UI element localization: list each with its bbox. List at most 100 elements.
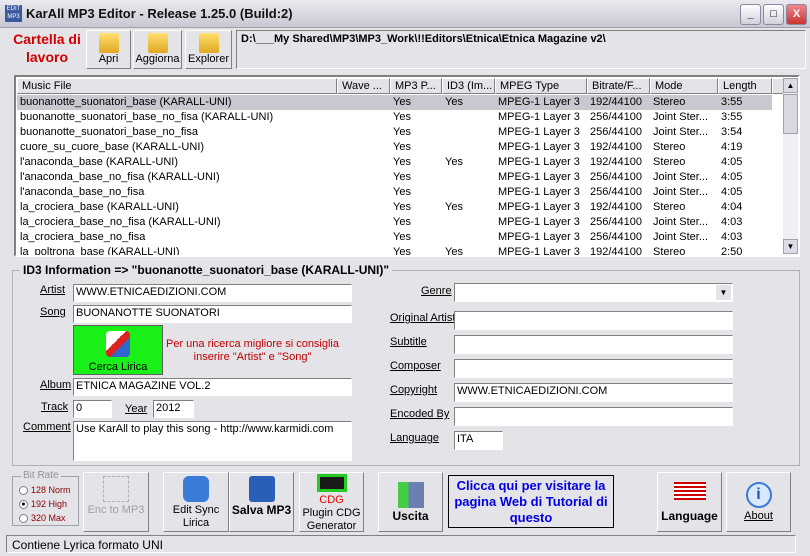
cdg-text: CDG xyxy=(319,494,344,506)
tutorial-web-link[interactable]: Clicca qui per visitare la pagina Web di… xyxy=(448,475,614,528)
refresh-button[interactable]: Aggiorna xyxy=(133,30,182,69)
music-file-list[interactable]: Music File Wave ... MP3 P... ID3 (Im... MPEG… xyxy=(14,75,800,257)
language-button-label: Language xyxy=(661,509,718,523)
bitrate-320-radio[interactable]: 320 Max xyxy=(19,513,66,524)
table-cell: Joint Ster... xyxy=(653,216,709,228)
enc-to-mp3-button[interactable]: Enc to MP3 xyxy=(83,472,149,532)
year-field[interactable]: 2012 xyxy=(153,400,194,418)
table-cell: 192/44100 xyxy=(590,201,642,213)
save-mp3-button[interactable]: Salva MP3 xyxy=(229,472,294,532)
table-cell: 256/44100 xyxy=(590,216,642,228)
explorer-button[interactable]: Explorer xyxy=(185,30,232,69)
search-lyrics-button[interactable]: Cerca Lirica xyxy=(73,325,163,375)
artist-field[interactable]: WWW.ETNICAEDIZIONI.COM xyxy=(73,284,352,302)
bitrate-label: Bit Rate xyxy=(21,470,61,481)
song-field[interactable]: BUONANOTTE SUONATORI xyxy=(73,305,352,323)
column-header[interactable]: MP3 P... xyxy=(390,78,442,94)
scroll-thumb[interactable] xyxy=(783,94,798,134)
about-label: About xyxy=(744,510,773,522)
track-field[interactable]: 0 xyxy=(73,400,112,418)
maximize-button[interactable]: □ xyxy=(763,4,784,25)
column-header[interactable]: Music File xyxy=(17,78,337,94)
table-cell: Stereo xyxy=(653,201,686,213)
comment-field[interactable]: Use KarAll to play this song - http://ww… xyxy=(73,421,352,461)
comment-text: Use KarAll to play this song - http://ww… xyxy=(76,423,334,435)
chevron-down-icon[interactable]: ▼ xyxy=(716,285,731,300)
exit-button[interactable]: Uscita xyxy=(378,472,443,532)
table-cell: buonanotte_suonatori_base_no_fisa xyxy=(20,126,198,138)
column-header[interactable]: ID3 (Im... xyxy=(442,78,495,94)
table-cell: 4:05 xyxy=(721,156,743,168)
table-cell: Yes xyxy=(393,171,411,183)
column-header[interactable]: MPEG Type xyxy=(495,78,587,94)
encoded-by-field[interactable] xyxy=(454,407,733,426)
window-title: KarAll MP3 Editor - Release 1.25.0 (Buil… xyxy=(26,6,293,21)
language-button[interactable]: Language xyxy=(657,472,722,532)
table-cell: 4:05 xyxy=(721,186,743,198)
minimize-button[interactable]: _ xyxy=(740,4,761,25)
column-header[interactable]: Wave ... xyxy=(337,78,390,94)
table-cell: 3:55 xyxy=(721,96,743,108)
working-folder-label: Cartella di lavoro xyxy=(13,31,81,65)
close-button[interactable]: X xyxy=(786,4,807,25)
bitrate-group: Bit Rate 128 Norm ● 192 High 320 Max xyxy=(12,470,79,526)
table-cell: 192/44100 xyxy=(590,156,642,168)
table-row[interactable]: la_crociera_base_no_fisa (KARALL-UNI) Yes… xyxy=(17,215,772,230)
table-cell: la_crociera_base_no_fisa (KARALL-UNI) xyxy=(20,216,221,228)
copyright-field[interactable]: WWW.ETNICAEDIZIONI.COM xyxy=(454,383,733,402)
song-label: Song xyxy=(40,306,66,318)
table-cell: Yes xyxy=(393,201,411,213)
cdg-generator-button[interactable]: CDG Plugin CDG Generator xyxy=(299,472,364,532)
album-label: Album xyxy=(40,379,72,391)
scroll-up-button[interactable]: ▲ xyxy=(783,78,798,93)
save-disk-icon xyxy=(248,476,275,502)
table-cell: Yes xyxy=(393,186,411,198)
language-field[interactable]: ITA xyxy=(454,431,503,450)
table-cell: MPEG-1 Layer 3 xyxy=(498,126,580,138)
info-icon: i xyxy=(745,482,772,508)
table-cell: MPEG-1 Layer 3 xyxy=(498,141,580,153)
table-cell: Joint Ster... xyxy=(653,231,709,243)
table-cell: l'anaconda_base_no_fisa xyxy=(20,186,145,198)
edit-sync-button[interactable]: Edit Sync Lirica xyxy=(163,472,229,532)
bitrate-128-radio[interactable]: 128 Norm xyxy=(19,485,71,496)
scroll-down-button[interactable]: ▼ xyxy=(783,239,798,254)
original-artist-field[interactable] xyxy=(454,311,733,330)
table-row[interactable]: la_crociera_base_no_fisa Yes MPEG-1 Layer … xyxy=(17,230,772,245)
table-cell: Yes xyxy=(393,141,411,153)
column-header[interactable]: Mode xyxy=(650,78,718,94)
table-row[interactable]: cuore_su_cuore_base (KARALL-UNI) Yes MPEG-… xyxy=(17,140,772,155)
table-row[interactable]: la_poltrona_base (KARALL-UNI) Yes Yes MPEG-… xyxy=(17,245,772,257)
subtitle-field[interactable] xyxy=(454,335,733,354)
table-row[interactable]: buonanotte_suonatori_base_no_fisa (KARAL… xyxy=(17,110,772,125)
column-header[interactable]: Bitrate/F... xyxy=(587,78,650,94)
language-label: Language xyxy=(390,432,439,444)
table-cell: 2:50 xyxy=(721,246,743,257)
table-row[interactable]: l'anaconda_base_no_fisa Yes MPEG-1 Layer 3… xyxy=(17,185,772,200)
puzzle-pencil-icon xyxy=(183,476,209,502)
bitrate-192-radio[interactable]: ● 192 High xyxy=(19,499,68,510)
table-cell: Yes xyxy=(393,246,411,257)
table-row[interactable]: buonanotte_suonatori_base_no_fisa Yes MPEG… xyxy=(17,125,772,140)
table-cell: Yes xyxy=(393,96,411,108)
table-row[interactable]: l'anaconda_base_no_fisa (KARALL-UNI) Yes M… xyxy=(17,170,772,185)
open-button[interactable]: Apri xyxy=(86,30,131,69)
genre-select[interactable]: ▼ xyxy=(454,283,733,302)
original-artist-label: Original Artist xyxy=(390,312,456,324)
table-row[interactable]: l'anaconda_base (KARALL-UNI) Yes Yes MPEG-1… xyxy=(17,155,772,170)
vertical-scrollbar[interactable]: ▲ ▼ xyxy=(783,78,798,254)
id3-title: ID3 Information => "buonanotte_suonatori… xyxy=(20,263,393,277)
refresh-label: Aggiorna xyxy=(135,53,180,65)
table-row[interactable]: buonanotte_suonatori_base (KARALL-UNI) Ye… xyxy=(17,95,772,110)
table-cell: buonanotte_suonatori_base_no_fisa (KARAL… xyxy=(20,111,274,123)
about-button[interactable]: i About xyxy=(726,472,791,532)
table-cell: Joint Ster... xyxy=(653,126,709,138)
bitrate-192-label: 192 High xyxy=(31,499,68,509)
column-header[interactable]: Length xyxy=(718,78,772,94)
year-label: Year xyxy=(125,403,148,415)
table-row[interactable]: la_crociera_base (KARALL-UNI) Yes Yes MPEG-… xyxy=(17,200,772,215)
album-field[interactable]: ETNICA MAGAZINE VOL.2 xyxy=(73,378,352,396)
table-cell: MPEG-1 Layer 3 xyxy=(498,186,580,198)
composer-field[interactable] xyxy=(454,359,733,378)
table-cell: 256/44100 xyxy=(590,171,642,183)
